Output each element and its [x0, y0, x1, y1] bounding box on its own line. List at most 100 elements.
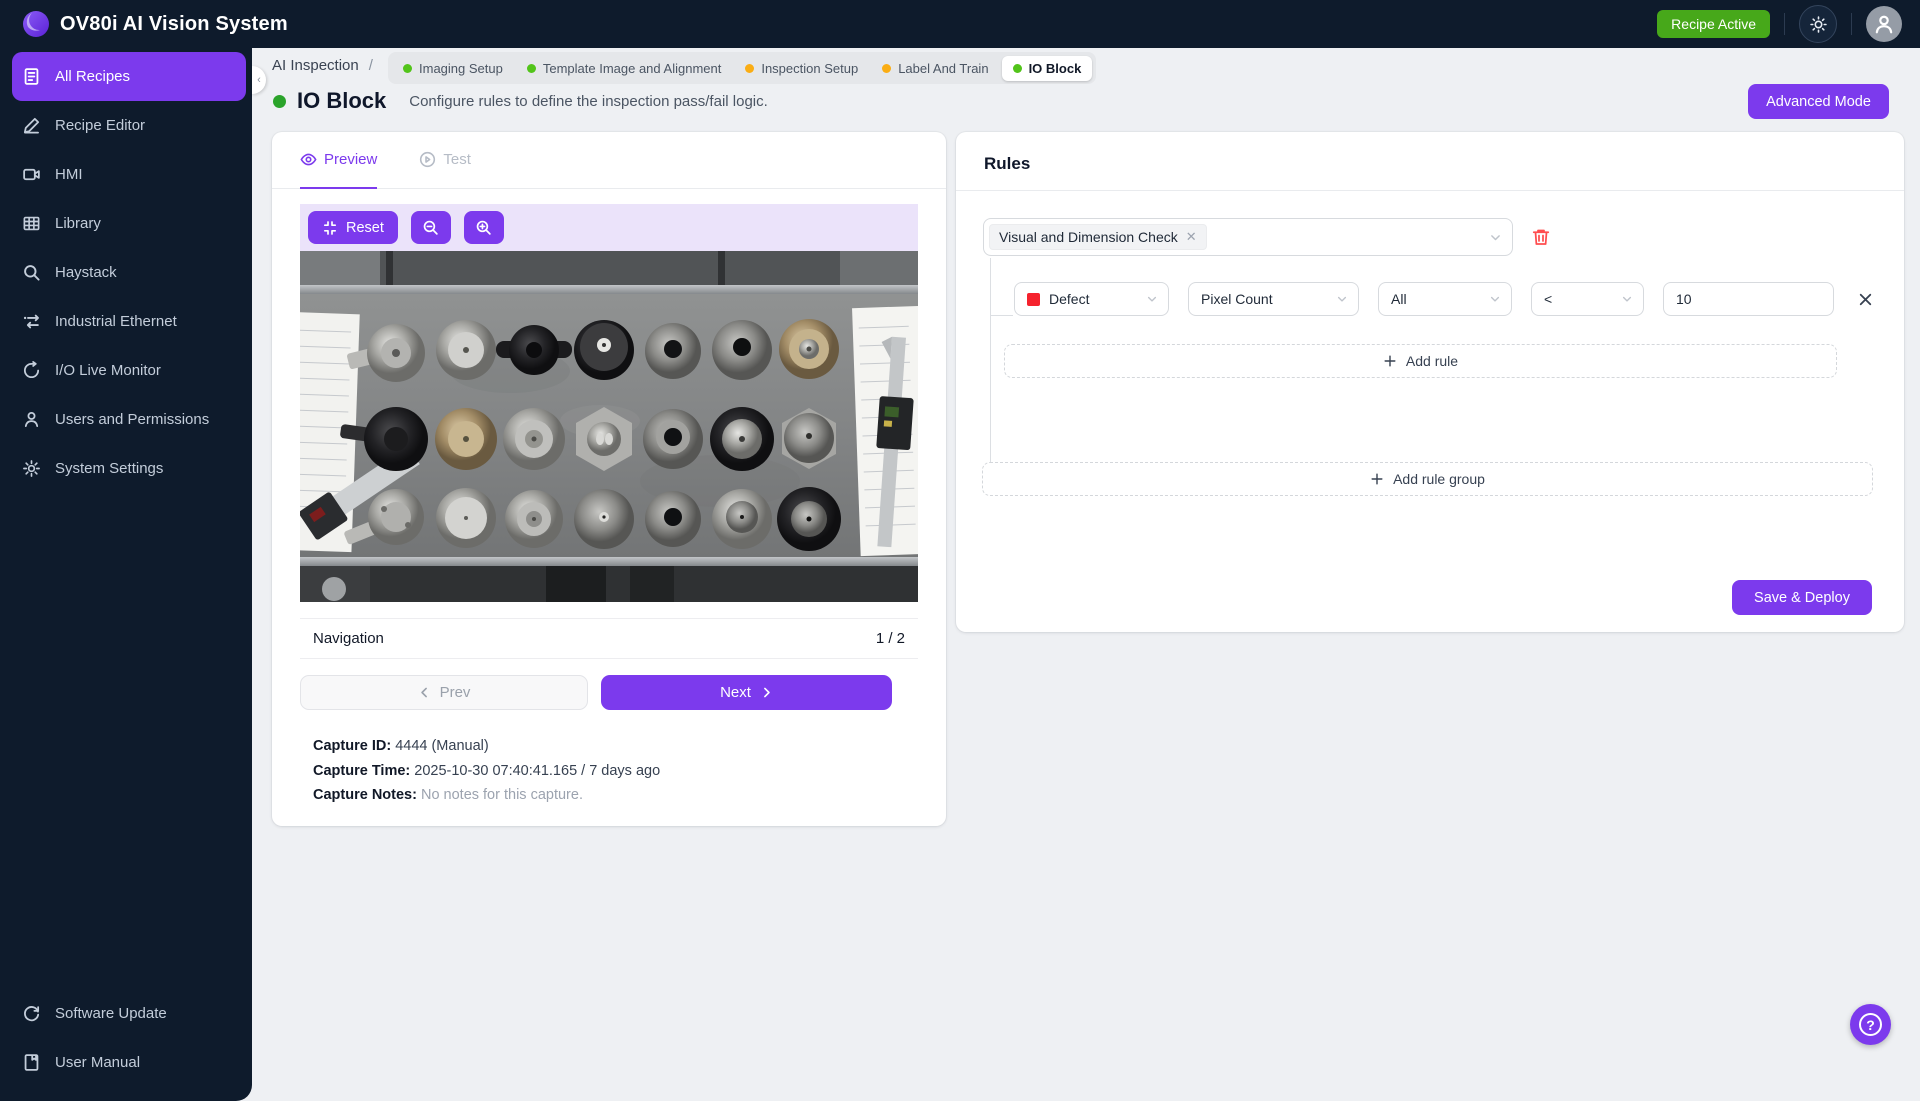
divider [956, 190, 1904, 191]
breadcrumb: AI Inspection / [272, 57, 373, 74]
rule-group-select[interactable]: Visual and Dimension Check ✕ [983, 218, 1513, 256]
step-label: Inspection Setup [761, 60, 859, 76]
page-counter: 1 / 2 [875, 630, 905, 647]
rule-class-select[interactable]: Defect [1014, 282, 1169, 316]
rule-scope-value: All [1391, 291, 1407, 307]
step-template-image-alignment[interactable]: Template Image and Alignment [516, 56, 733, 81]
person-icon [24, 411, 39, 428]
capture-time-line: Capture Time: 2025-10-30 07:40:41.165 / … [313, 759, 918, 784]
step-imaging-setup[interactable]: Imaging Setup [392, 56, 514, 81]
sidebar-item-haystack[interactable]: Haystack [0, 248, 252, 297]
status-dot-green [1012, 63, 1022, 73]
rule-tree-line [990, 315, 1013, 316]
gear-icon [23, 460, 40, 477]
rule-scope-select[interactable]: All [1378, 282, 1512, 316]
theme-toggle-button[interactable] [1799, 5, 1837, 43]
sidebar-item-label: Industrial Ethernet [55, 313, 177, 330]
sidebar-item-recipe-editor[interactable]: Recipe Editor [0, 101, 252, 150]
sidebar-item-library[interactable]: Library [0, 199, 252, 248]
capture-notes-label: Capture Notes: [313, 787, 417, 803]
step-inspection-setup[interactable]: Inspection Setup [734, 56, 869, 81]
capture-notes-line: Capture Notes: No notes for this capture… [313, 783, 918, 808]
capture-id-line: Capture ID: 4444 (Manual) [313, 734, 918, 759]
add-rule-button[interactable]: Add rule [1004, 344, 1837, 378]
search-icon [24, 265, 40, 281]
ethernet-arrows-icon [23, 314, 39, 329]
capture-time-label: Capture Time: [313, 762, 411, 779]
chevron-down-icon [1337, 296, 1347, 302]
rule-operator-select[interactable]: < [1531, 282, 1644, 316]
step-label-and-train[interactable]: Label And Train [871, 56, 999, 81]
tab-test[interactable]: Test [419, 132, 471, 189]
capture-notes-value: No notes for this capture. [420, 787, 583, 803]
sidebar-item-all-recipes[interactable]: All Recipes [12, 52, 246, 101]
reset-label: Reset [346, 219, 384, 236]
rotate-icon [23, 361, 40, 379]
zoom-out-icon [424, 220, 439, 235]
zoom-in-icon [477, 220, 492, 235]
advanced-mode-button[interactable]: Advanced Mode [1748, 84, 1889, 119]
help-button[interactable]: ? [1850, 1004, 1891, 1045]
status-dot-orange [745, 63, 755, 73]
sidebar-item-label: User Manual [55, 1054, 141, 1071]
step-label: Imaging Setup [419, 60, 503, 76]
prev-button[interactable]: Prev [300, 675, 588, 710]
sidebar-item-software-update[interactable]: Software Update [0, 989, 252, 1038]
question-icon: ? [1859, 1013, 1882, 1036]
prev-label: Prev [439, 684, 471, 701]
capture-image[interactable] [300, 251, 918, 602]
step-io-block[interactable]: IO Block [1001, 55, 1093, 81]
sidebar-item-user-manual[interactable]: User Manual [0, 1038, 252, 1087]
step-label: Template Image and Alignment [542, 60, 722, 76]
sidebar-item-label: I/O Live Monitor [55, 362, 161, 379]
chevron-left-icon [420, 687, 427, 698]
sidebar-item-hmi[interactable]: HMI [0, 150, 252, 199]
capture-info: Capture ID: 4444 (Manual) Capture Time: … [300, 734, 918, 808]
next-label: Next [720, 684, 751, 701]
chevron-down-icon [1490, 296, 1500, 302]
manual-book-icon [24, 1054, 39, 1071]
rule-metric-select[interactable]: Pixel Count [1188, 282, 1359, 316]
plus-icon [1371, 473, 1383, 485]
defect-color-swatch [1027, 292, 1040, 306]
zoom-out-button[interactable] [410, 211, 451, 244]
sidebar-item-io-live-monitor[interactable]: I/O Live Monitor [0, 346, 252, 395]
tag-remove-icon[interactable]: ✕ [1186, 229, 1197, 245]
zoom-in-button[interactable] [463, 211, 504, 244]
user-avatar-button[interactable] [1866, 6, 1902, 42]
delete-group-button[interactable] [1531, 227, 1551, 247]
sidebar-item-label: Recipe Editor [55, 117, 146, 134]
breadcrumb-root-label[interactable]: AI Inspection [272, 57, 359, 74]
add-rule-group-button[interactable]: Add rule group [982, 462, 1873, 496]
sidebar-item-industrial-ethernet[interactable]: Industrial Ethernet [0, 297, 252, 346]
sidebar-item-users-permissions[interactable]: Users and Permissions [0, 395, 252, 444]
sidebar-item-label: All Recipes [55, 68, 131, 85]
remove-rule-button[interactable] [1857, 291, 1874, 308]
page-status-dot [273, 94, 286, 108]
navigation-row: Navigation 1 / 2 [300, 618, 918, 659]
fit-view-icon [323, 220, 337, 235]
status-dot-green [403, 63, 412, 73]
rules-title: Rules [984, 154, 1031, 173]
app-root: OV80i AI Vision System Recipe Active All… [0, 0, 1920, 1101]
save-deploy-button[interactable]: Save & Deploy [1732, 580, 1872, 615]
refresh-icon [24, 1006, 40, 1022]
capture-id-label: Capture ID: [313, 738, 392, 754]
chevron-down-icon [1491, 234, 1500, 240]
tab-label: Test [443, 151, 471, 168]
recipes-list-icon [24, 68, 39, 85]
step-label: Label And Train [898, 60, 989, 76]
next-button[interactable]: Next [601, 675, 892, 710]
page-subtitle: Configure rules to define the inspection… [409, 92, 768, 110]
sidebar-item-label: Software Update [55, 1005, 167, 1022]
sidebar-item-system-settings[interactable]: System Settings [0, 444, 252, 493]
tab-preview[interactable]: Preview [300, 132, 378, 189]
sidebar-collapse-button[interactable]: ‹ [252, 66, 266, 94]
grid-icon [23, 216, 40, 231]
monitor-icon [23, 168, 40, 181]
reset-view-button[interactable]: Reset [308, 211, 398, 244]
rule-value-input[interactable] [1663, 282, 1834, 316]
rule-class-value: Defect [1049, 291, 1090, 307]
rule-tree-line [990, 258, 991, 479]
status-dot-green [526, 63, 536, 73]
